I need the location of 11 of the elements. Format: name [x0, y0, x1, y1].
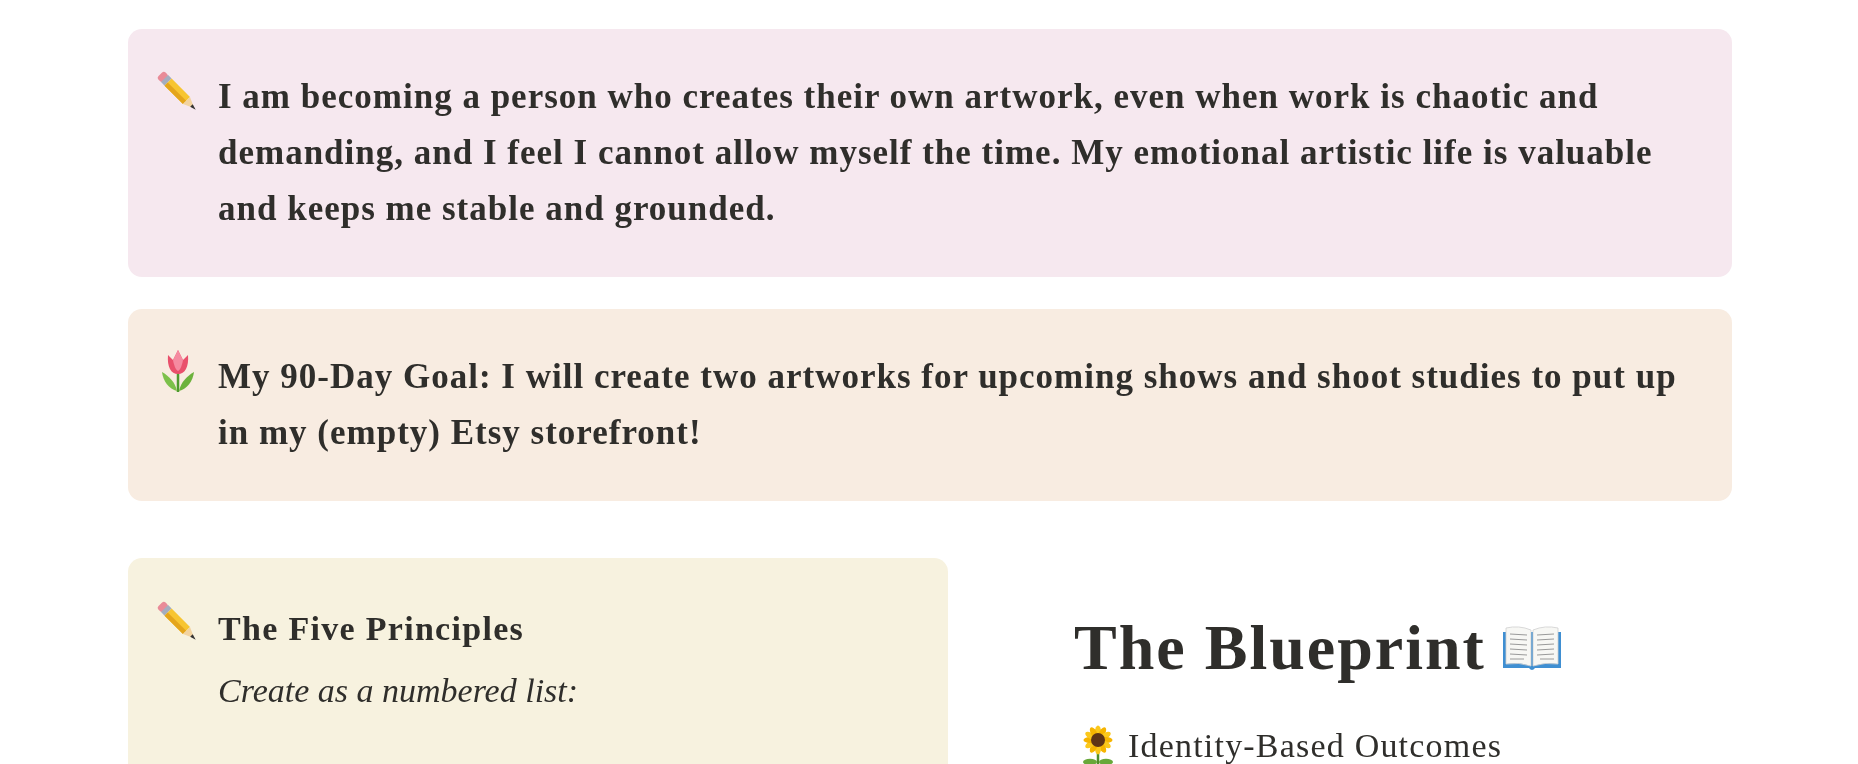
page-heading: The Blueprint	[1074, 611, 1486, 685]
callout-text: I am becoming a person who creates their own artwork, even when work is chaotic and demanding, and I feel I cannot allow myself the time. My emotional artistic life is valuable and keeps me stable and grounded.	[218, 76, 1654, 230]
pencil-icon	[157, 601, 199, 643]
sunflower-icon	[1080, 724, 1116, 764]
callout-heading: The Five Principles	[218, 609, 526, 649]
outcome-label: Identity-Based Outcomes	[1128, 726, 1503, 764]
callout-text: My 90-Day Goal: I will create two artworks for upcoming shows and shoot studies to put up in my (empty) Etsy storefront!	[218, 356, 1678, 454]
instruction-text: Create as a numbered list:	[218, 671, 579, 711]
tulip-icon	[159, 349, 197, 393]
pencil-icon	[157, 71, 199, 113]
open-book-icon	[1501, 623, 1562, 672]
